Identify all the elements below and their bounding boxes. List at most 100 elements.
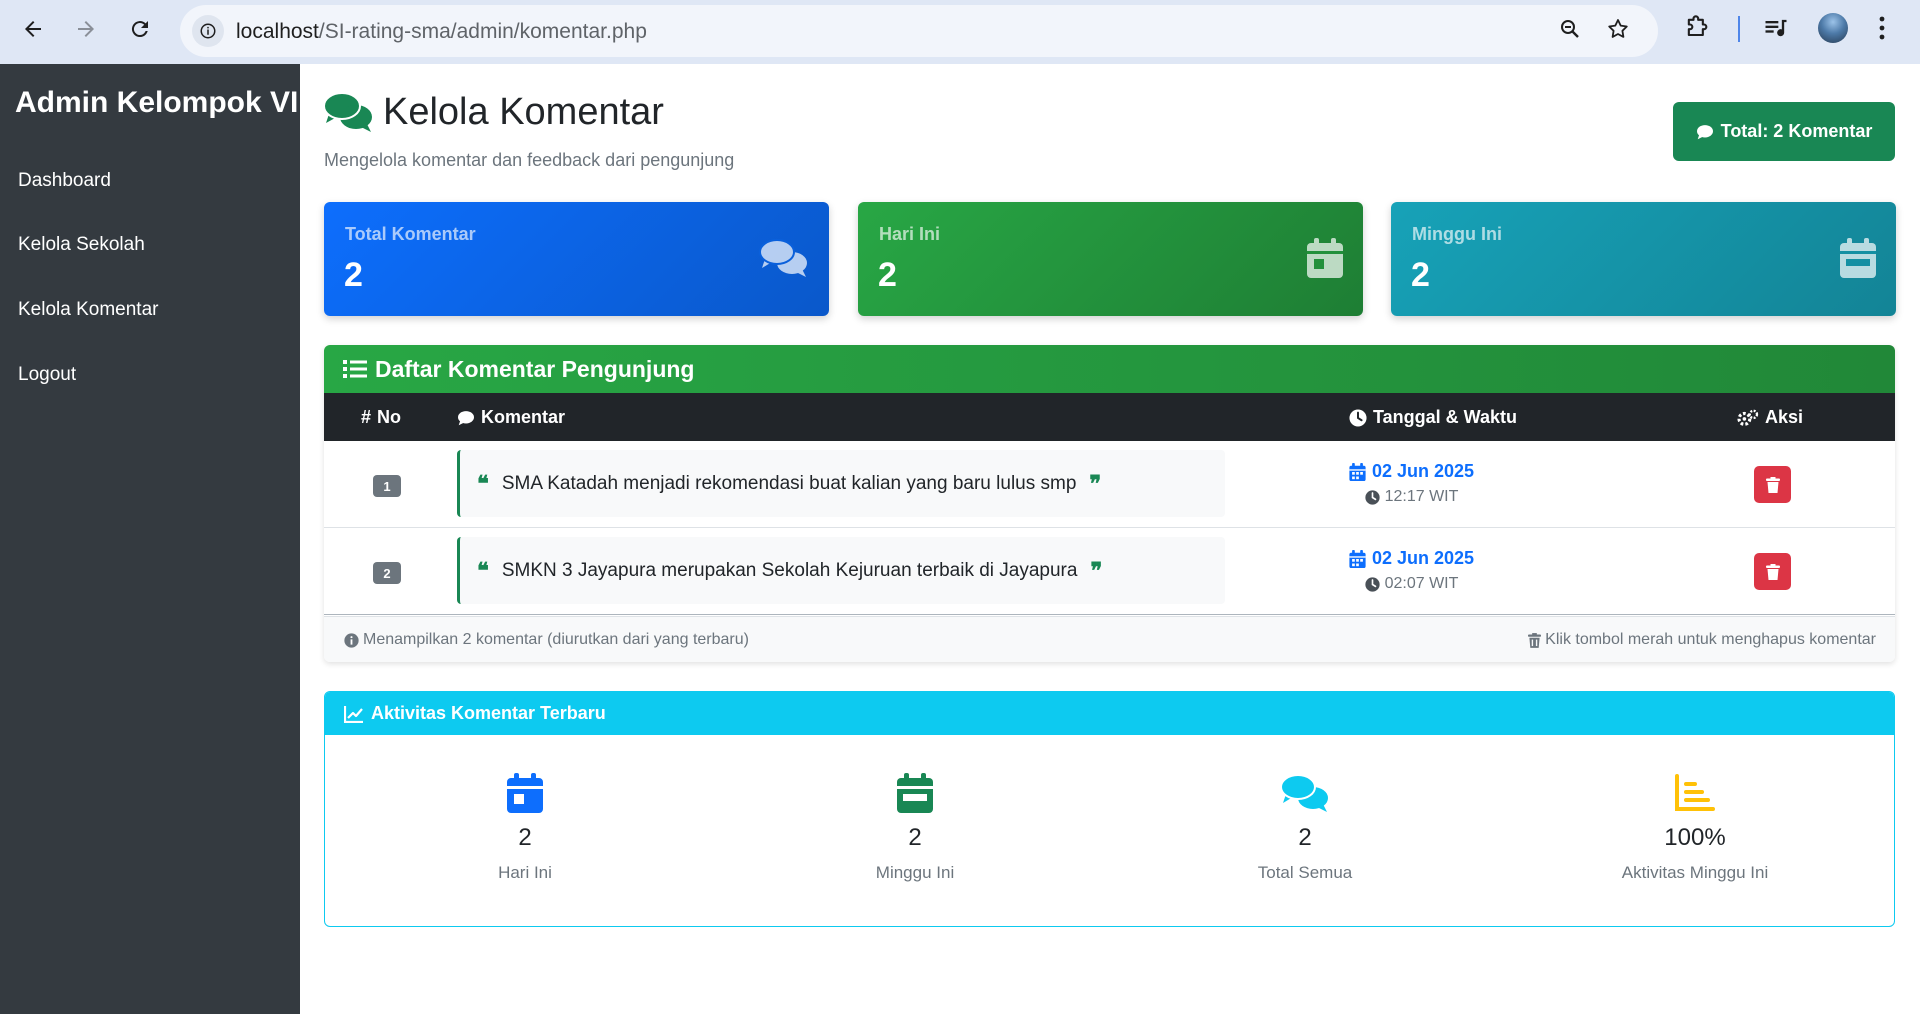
hash-icon: # <box>361 407 372 427</box>
column-header-label: Tanggal & Waktu <box>1373 407 1517 427</box>
clock-icon <box>1364 576 1380 592</box>
sidebar-item-kelola-sekolah[interactable]: Kelola Sekolah <box>18 234 145 256</box>
trash-icon <box>1765 476 1780 493</box>
activity-card-title: Aktivitas Komentar Terbaru <box>371 703 606 723</box>
media-control-icon[interactable] <box>1762 14 1790 47</box>
stat-label: Total Komentar <box>345 224 476 244</box>
column-header-label: Aksi <box>1765 407 1804 427</box>
stat-value: 2 <box>344 256 363 294</box>
page-title: Kelola Komentar <box>323 90 664 134</box>
column-header-label: Komentar <box>481 407 566 427</box>
table-header: # No Komentar Tanggal & Waktu Aksi <box>324 393 1895 441</box>
table-row: 1 ❝ SMA Katadah menjadi rekomendasi buat… <box>324 441 1895 528</box>
activity-item-today: 2 Hari Ini <box>375 772 675 883</box>
quote-right-icon: ❞ <box>1090 557 1103 584</box>
total-comments-badge: Total: 2 Komentar <box>1673 102 1895 161</box>
url-text[interactable]: localhost/SI-rating-sma/admin/komentar.p… <box>236 20 647 44</box>
row-number-badge: 2 <box>373 562 401 584</box>
calendar-day-icon <box>1307 238 1343 278</box>
comments-icon <box>759 239 807 277</box>
footer-hint-text: Klik tombol merah untuk menghapus koment… <box>1545 631 1876 648</box>
clock-icon <box>1364 489 1380 505</box>
row-number-badge: 1 <box>373 475 401 497</box>
activity-label: Aktivitas Minggu Ini <box>1621 863 1769 882</box>
comment-icon <box>1696 124 1713 139</box>
activity-label: Hari Ini <box>498 863 552 882</box>
activity-label: Minggu Ini <box>875 863 955 882</box>
browser-toolbar: localhost/SI-rating-sma/admin/komentar.p… <box>0 0 1920 64</box>
quote-left-icon: ❝ <box>477 470 489 497</box>
comments-card: Daftar Komentar Pengunjung # No Komentar… <box>324 345 1895 662</box>
calendar-icon <box>1349 462 1366 481</box>
page-subtitle: Mengelola komentar dan feedback dari pen… <box>324 150 735 170</box>
reload-icon <box>131 21 148 38</box>
sidebar-item-logout[interactable]: Logout <box>18 364 76 386</box>
chart-line-icon <box>344 705 363 723</box>
quote-left-icon: ❝ <box>477 557 489 584</box>
stat-card-week: Minggu Ini 2 <box>1391 202 1896 316</box>
calendar-icon <box>1349 549 1366 568</box>
column-header-action: Aksi <box>1737 407 1803 428</box>
chart-line-icon <box>1545 772 1845 814</box>
calendar-day-icon <box>375 772 675 814</box>
profile-avatar[interactable] <box>1818 13 1848 43</box>
zoom-icon[interactable] <box>1558 17 1582 46</box>
datetime-cell: 02 Jun 2025 12:17 WIT <box>1316 461 1507 506</box>
activity-value: 100% <box>1664 824 1726 851</box>
bookmark-star-icon[interactable] <box>1606 17 1630 46</box>
date-text: 02 Jun 2025 <box>1371 548 1475 568</box>
datetime-cell: 02 Jun 2025 02:07 WIT <box>1316 548 1507 593</box>
activity-value: 2 <box>908 824 922 851</box>
activity-item-total: 2 Total Semua <box>1155 772 1455 883</box>
footer-info-text: Menampilkan 2 komentar (diurutkan dari y… <box>363 631 749 648</box>
reload-button[interactable] <box>118 7 162 51</box>
site-info-icon[interactable] <box>192 15 224 47</box>
stat-card-today: Hari Ini 2 <box>858 202 1363 316</box>
stat-value: 2 <box>1411 256 1430 294</box>
address-bar[interactable]: localhost/SI-rating-sma/admin/komentar.p… <box>180 5 1658 57</box>
sidebar-item-kelola-komentar[interactable]: Kelola Komentar <box>18 299 158 321</box>
clock-icon <box>1349 408 1367 427</box>
stat-label: Hari Ini <box>879 224 941 244</box>
sidebar-title: Admin Kelompok VII <box>15 86 307 119</box>
date-line: 02 Jun 2025 <box>1316 548 1507 569</box>
activity-value: 2 <box>1298 824 1312 851</box>
comment-text: SMKN 3 Jayapura merupakan Sekolah Kejuru… <box>501 559 1078 581</box>
page-title-text: Kelola Komentar <box>383 90 664 133</box>
activity-label: Total Semua <box>1257 863 1353 882</box>
extensions-icon[interactable] <box>1683 14 1711 47</box>
sidebar-item-dashboard[interactable]: Dashboard <box>18 170 111 192</box>
quote-right-icon: ❞ <box>1089 470 1102 497</box>
comment-icon <box>458 410 474 425</box>
total-badge-label: Total: 2 Komentar <box>1720 121 1873 141</box>
stat-label: Minggu Ini <box>1412 224 1502 244</box>
activity-value: 2 <box>518 824 532 851</box>
comment-quote: ❝ SMA Katadah menjadi rekomendasi buat k… <box>457 450 1225 517</box>
column-header-label: No <box>377 407 402 427</box>
calendar-week-icon <box>765 772 1065 814</box>
comments-card-header: Daftar Komentar Pengunjung <box>324 345 1895 393</box>
activity-card-header: Aktivitas Komentar Terbaru <box>325 692 1894 735</box>
table-row: 2 ❝ SMKN 3 Jayapura merupakan Sekolah Ke… <box>324 528 1895 615</box>
activity-item-week: 2 Minggu Ini <box>765 772 1065 883</box>
footer-info: Menampilkan 2 komentar (diurutkan dari y… <box>344 631 749 649</box>
browser-menu-icon[interactable] <box>1878 14 1886 47</box>
forward-button[interactable] <box>64 7 108 51</box>
arrow-right-icon <box>78 21 94 37</box>
sidebar: Admin Kelompok VII Dashboard Kelola Seko… <box>0 64 307 1014</box>
toolbar-divider <box>1738 16 1740 42</box>
footer-hint: Klik tombol merah untuk menghapus koment… <box>1528 631 1876 649</box>
comments-card-title: Daftar Komentar Pengunjung <box>375 355 695 382</box>
back-button[interactable] <box>11 7 55 51</box>
time-text: 02:07 WIT <box>1384 575 1459 592</box>
url-path: /SI-rating-sma/admin/komentar.php <box>318 20 647 43</box>
comments-icon <box>323 92 372 132</box>
trash-icon <box>1765 563 1780 580</box>
trash-icon <box>1528 632 1542 648</box>
delete-button[interactable] <box>1754 466 1791 503</box>
delete-button[interactable] <box>1754 553 1791 590</box>
column-header-comment: Komentar <box>457 407 565 428</box>
time-line: 02:07 WIT <box>1316 575 1507 593</box>
comment-text: SMA Katadah menjadi rekomendasi buat kal… <box>501 472 1077 494</box>
comments-icon <box>1155 772 1455 814</box>
